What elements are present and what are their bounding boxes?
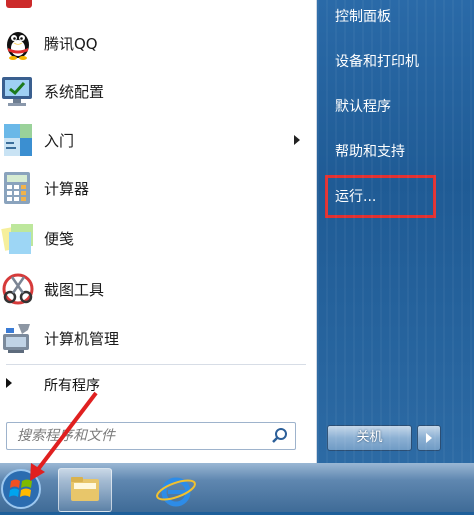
start-menu-links-pane: 控制面板 设备和打印机 默认程序 帮助和支持 运行... 关机	[317, 0, 474, 463]
program-item-snipping-tool[interactable]: 截图工具	[0, 266, 316, 312]
link-run[interactable]: 运行...	[335, 186, 376, 206]
all-programs-button[interactable]: 所有程序	[0, 368, 316, 400]
all-programs-label: 所有程序	[44, 378, 100, 394]
qq-icon	[7, 32, 29, 60]
program-item-getting-started[interactable]: 入门	[0, 117, 316, 163]
program-item-qq[interactable]: 腾讯QQ	[0, 20, 316, 66]
program-item-system-config[interactable]: 系统配置	[0, 68, 316, 114]
chevron-right-icon	[426, 433, 432, 443]
calculator-icon	[4, 172, 30, 204]
divider	[6, 364, 306, 365]
shutdown-options-button[interactable]	[417, 425, 441, 451]
link-help-support[interactable]: 帮助和支持	[335, 141, 405, 161]
shutdown-button[interactable]: 关机	[327, 425, 412, 451]
program-label: 计算机管理	[44, 329, 120, 348]
program-label: 腾讯QQ	[44, 34, 98, 53]
getting-started-icon	[4, 124, 32, 156]
internet-explorer-icon	[156, 477, 196, 507]
expand-arrow-icon	[6, 378, 12, 388]
program-label: 便笺	[44, 229, 75, 248]
search-box[interactable]	[6, 422, 296, 450]
link-default-programs[interactable]: 默认程序	[335, 96, 391, 116]
taskbar-explorer-button[interactable]	[58, 468, 112, 512]
program-label: 入门	[44, 131, 75, 150]
program-item-sticky-notes[interactable]: 便笺	[0, 215, 316, 261]
windows-start-icon[interactable]	[0, 468, 42, 510]
computer-management-icon	[3, 324, 30, 353]
link-control-panel[interactable]: 控制面板	[335, 6, 391, 26]
search-icon[interactable]	[271, 427, 289, 445]
folder-icon	[71, 477, 99, 501]
program-label: 截图工具	[44, 280, 105, 299]
snipping-tool-icon	[2, 273, 34, 305]
link-devices-printers[interactable]: 设备和打印机	[335, 51, 419, 71]
program-item-calculator[interactable]: 计算器	[0, 165, 316, 211]
program-item-computer-management[interactable]: 计算机管理	[0, 315, 316, 361]
program-label: 计算器	[44, 179, 90, 198]
start-menu-programs-pane: 腾讯QQ 系统配置 入门 计算器 便笺 截图工具 计算机管理 所有程序 搜索程序…	[0, 0, 317, 463]
partial-top-icon	[6, 0, 32, 8]
highlight-box	[325, 175, 436, 218]
taskbar-ie-button[interactable]	[150, 468, 202, 510]
search-input[interactable]	[15, 426, 267, 446]
sticky-notes-icon	[1, 224, 33, 254]
program-label: 系统配置	[44, 82, 105, 101]
system-config-icon	[2, 77, 32, 106]
submenu-arrow-icon	[294, 135, 300, 145]
